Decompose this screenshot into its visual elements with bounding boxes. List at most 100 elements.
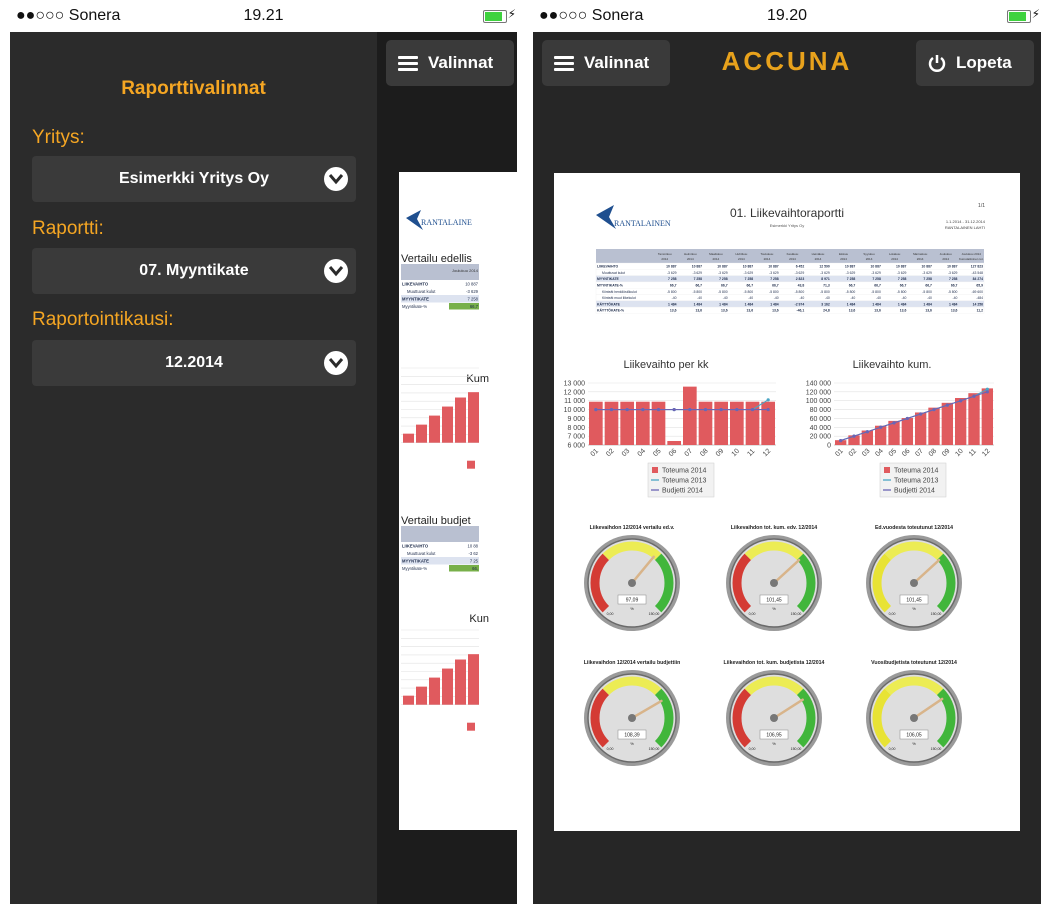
bar-toteuma-2014 (683, 386, 697, 445)
y-tick-label: 9 000 (567, 416, 585, 423)
table-cell: -2 974 (795, 302, 805, 306)
raportti-select[interactable]: 07. Myyntikate (32, 248, 356, 294)
bar-toteuma-2014 (455, 397, 466, 443)
lopeta-label: Lopeta (956, 53, 1012, 72)
table-cell: 10 887 (666, 265, 676, 269)
monthly-revenue-chart: 13 00012 000 11 000 10 000 9 000 8 000 7 000 6… (564, 381, 776, 498)
menu-icon (398, 56, 418, 71)
preview-cell: 10 88 (468, 543, 479, 548)
raportointikausi-select[interactable]: 12.2014 (32, 340, 356, 386)
bar-toteuma-2014 (403, 433, 414, 443)
table-cell: -40 (850, 296, 855, 300)
report-document[interactable]: RANTALAINEN 01. Liikevaihtoraportti Esim… (554, 173, 1020, 831)
table-cell: -5 800 (795, 290, 805, 294)
y-tick-label: 120 000 (806, 389, 831, 396)
gauge-title: Liikevaihdon 12/2014 vertailu budjettiin (584, 660, 681, 666)
x-tick-label: 05 (888, 448, 899, 459)
x-tick-label: 01 (590, 448, 601, 459)
gauge-min: 0,00 (749, 747, 756, 751)
preview-row-label: LIIKEVAIHTO (402, 543, 429, 548)
preview-table-1: LIIKEVAIHTO 10 887 Muuttuvat kulut -3 629 MY… (401, 280, 479, 310)
report-preview[interactable]: RANTALAINE Vertailu edellis Joulukuu 201… (399, 172, 517, 830)
table-header-cell: Kesäkuu (787, 252, 799, 256)
preview-cell: -3 62 (468, 551, 478, 556)
panel-title: Raporttivalinnat (121, 78, 266, 99)
line-point (594, 407, 598, 412)
table-header-cell: Heinäkuu (812, 252, 825, 256)
table-row-label: MYYNTIKATE (597, 277, 620, 281)
table-header-cell: Kumulatiivinen tot. (959, 257, 984, 261)
y-tick-label: 13 000 (564, 381, 586, 388)
valinnat-label: Valinnat (428, 53, 494, 72)
table-header-cell: Joulukuu 2014 (961, 252, 981, 256)
table-cell: -40 (901, 296, 906, 300)
gauge-hub (770, 579, 778, 587)
gauge-title: Ed.vuodesta toteutunut 12/2014 (875, 525, 953, 531)
table-cell: -3 629 (871, 271, 881, 275)
table-cell: 1 484 (923, 302, 932, 306)
financial-table: Tammikuu2014Helmikuu2014Maaliskuu2014Huh… (595, 249, 985, 314)
table-cell: -5 800 (692, 290, 702, 294)
yritys-select[interactable]: Esimerkki Yritys Oy (32, 156, 356, 202)
gauge-value: 97,09 (626, 598, 639, 604)
table-cell: -5 800 (871, 290, 881, 294)
table-cell: 13,6 (695, 309, 702, 313)
table-cell: -40 (748, 296, 753, 300)
table-cell: 13,6 (900, 309, 907, 313)
bar-toteuma-2014 (468, 654, 479, 705)
gauge-unit: % (912, 741, 916, 746)
table-row-label: Kiinteät muut liikekulut (602, 296, 636, 300)
line-point (972, 394, 976, 398)
table-header-cell: Elokuu (839, 252, 849, 256)
legend-label: Toteuma 2013 (662, 478, 706, 485)
lopeta-button[interactable]: Lopeta (916, 40, 1034, 86)
preview-cell: -3 629 (466, 289, 479, 294)
gauge-hub (628, 714, 636, 722)
x-tick-label: 03 (861, 448, 872, 459)
line-point (609, 407, 614, 412)
table-header-cell: 2014 (840, 257, 847, 261)
table-header-cell: 2014 (764, 257, 771, 261)
x-tick-label: 07 (684, 448, 695, 459)
x-tick-label: 06 (668, 448, 679, 459)
gauge-unit: % (772, 606, 776, 611)
table-cell: 66,7 (874, 284, 881, 288)
bar-toteuma-2014 (403, 695, 414, 705)
gauge-unit: % (630, 606, 634, 611)
preview-row-label: Myyntikate-% (402, 566, 427, 571)
gauge: Liikevaihdon tot. kum. edv. 12/2014 101,4… (726, 525, 822, 631)
bar-toteuma-2014 (928, 407, 940, 445)
legend-label: Budjetti 2014 (894, 488, 935, 495)
table-cell: -40 (825, 296, 830, 300)
gauge-unit: % (630, 741, 634, 746)
gauge-title: Vuosibudjetista toteutunut 12/2014 (871, 660, 957, 666)
x-tick-label: 12 (762, 448, 773, 459)
table-cell: 10 887 (870, 265, 880, 269)
table-cell: 13,6 (772, 309, 779, 313)
x-tick-label: 08 (928, 448, 939, 459)
x-tick-label: 07 (914, 448, 925, 459)
table-cell: -43 548 (972, 271, 984, 275)
valinnat-button[interactable]: Valinnat (386, 40, 514, 86)
table-cell: 7 258 (745, 277, 754, 281)
table-cell: 7 258 (694, 277, 703, 281)
gauge-title: Liikevaihdon tot. kum. edv. 12/2014 (731, 525, 818, 531)
line-point (852, 434, 856, 438)
chart1-title: Liikevaihto per kk (624, 359, 709, 371)
x-tick-label: 11 (746, 448, 756, 458)
table-cell: 7 258 (949, 277, 958, 281)
bar-toteuma-2014 (442, 668, 453, 705)
battery-icon: ⚡ (483, 7, 516, 23)
legend-swatch (467, 460, 475, 469)
y-tick-label: 8 000 (567, 425, 585, 432)
table-header-cell: Toukokuu (761, 252, 774, 256)
table-cell: -484 (976, 296, 983, 300)
gauge-title: Liikevaihdon 12/2014 vertailu ed.v. (590, 525, 675, 531)
bar-toteuma-2014 (442, 406, 453, 443)
x-tick-label: 04 (637, 448, 648, 459)
table-cell: -5 800 (948, 290, 958, 294)
power-icon (928, 54, 946, 72)
table-cell: 13,6 (874, 309, 881, 313)
table-cell: -40 (697, 296, 702, 300)
gauge: Vuosibudjetista toteutunut 12/2014 106,05… (866, 660, 962, 766)
